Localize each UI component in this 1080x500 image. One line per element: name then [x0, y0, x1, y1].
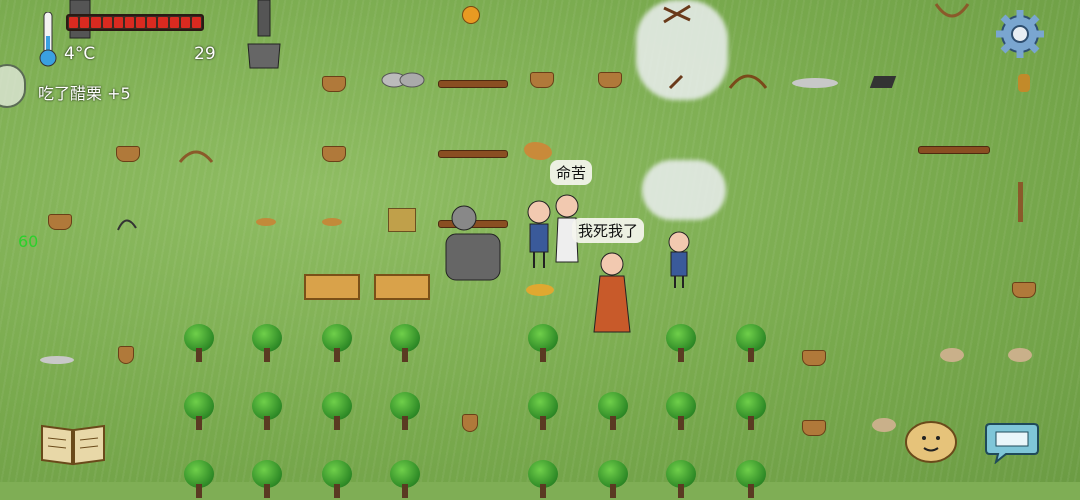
keyboard-icon[interactable]: [984, 420, 1040, 465]
berry-bush[interactable]: [252, 392, 282, 432]
log[interactable]: [918, 146, 990, 154]
speech-bubble: 我死我了: [572, 218, 645, 243]
berry-bush[interactable]: [666, 324, 696, 364]
speech-bubble: 命苦: [550, 160, 593, 185]
flint[interactable]: [40, 356, 74, 364]
thatch-bundle[interactable]: [388, 208, 416, 232]
clay-pot[interactable]: [462, 414, 478, 432]
bowl[interactable]: [322, 146, 346, 162]
charcoal[interactable]: [869, 76, 897, 88]
water-pump[interactable]: [244, 0, 284, 72]
flat-bread[interactable]: [322, 218, 342, 226]
gear-icon[interactable]: [994, 8, 1046, 60]
food-pip: [69, 17, 79, 28]
berry-bush[interactable]: [598, 460, 628, 500]
food-pip: [124, 17, 135, 28]
crate-with-bottles[interactable]: [304, 274, 360, 300]
berry-bush[interactable]: [322, 324, 352, 364]
berry-bush[interactable]: [736, 460, 766, 500]
stone-well[interactable]: [442, 204, 504, 282]
food-pip: [91, 17, 101, 28]
berry-bush[interactable]: [322, 460, 352, 500]
food-bar: [66, 14, 204, 31]
crossbow-frame[interactable]: [728, 68, 768, 90]
food-pip: [169, 17, 179, 28]
bow[interactable]: [934, 0, 970, 30]
hatchet[interactable]: [668, 74, 686, 90]
log[interactable]: [438, 80, 508, 88]
flat-bread[interactable]: [256, 218, 276, 226]
berry-bush[interactable]: [666, 392, 696, 432]
berry-bush[interactable]: [252, 460, 282, 500]
berry-bush[interactable]: [322, 392, 352, 432]
status-message: 吃了醋栗 +5: [38, 84, 131, 103]
basket[interactable]: [1012, 282, 1036, 298]
grain-pile[interactable]: [526, 284, 554, 296]
age-readout: 29: [194, 44, 216, 64]
villager-red-robe[interactable]: [590, 250, 634, 334]
berry-bush[interactable]: [528, 460, 558, 500]
basket[interactable]: [530, 72, 554, 88]
berry-bush[interactable]: [390, 460, 420, 500]
potato-face-icon[interactable]: [904, 420, 958, 464]
thermometer-icon: [38, 11, 58, 68]
food-pip: [180, 17, 190, 28]
berry-bush[interactable]: [184, 392, 214, 432]
stone-pile[interactable]: [380, 68, 426, 88]
basket[interactable]: [116, 146, 140, 162]
rope[interactable]: [116, 210, 138, 232]
fps-counter: 60: [18, 232, 39, 251]
berry-bush[interactable]: [736, 392, 766, 432]
sapling[interactable]: [1018, 74, 1030, 92]
clay-pot[interactable]: [118, 346, 134, 364]
basket[interactable]: [802, 420, 826, 436]
crate-with-bottles[interactable]: [374, 274, 430, 300]
stake[interactable]: [1018, 182, 1023, 222]
food-pip: [191, 17, 202, 28]
rabbit-hole[interactable]: [940, 348, 964, 362]
berry-bush[interactable]: [666, 460, 696, 500]
food-pip: [80, 17, 90, 28]
food-pip: [147, 17, 157, 28]
basket[interactable]: [802, 350, 826, 366]
orange-fruit[interactable]: [462, 6, 480, 24]
berry-bush[interactable]: [390, 392, 420, 432]
food-pip: [158, 17, 168, 28]
game-world[interactable]: 命苦 我死我了: [0, 0, 1080, 498]
book-icon[interactable]: [40, 420, 106, 466]
villager-child[interactable]: [664, 230, 694, 290]
berry-bush[interactable]: [736, 324, 766, 364]
food-pip: [136, 17, 146, 28]
berry-bush[interactable]: [184, 460, 214, 500]
temperature-readout: 4°C: [64, 44, 96, 64]
food-pip: [102, 17, 112, 28]
snow-patch: [642, 160, 726, 220]
berry-bush[interactable]: [528, 324, 558, 364]
basket[interactable]: [322, 76, 346, 92]
berry-bush[interactable]: [598, 392, 628, 432]
basket[interactable]: [598, 72, 622, 88]
bowl[interactable]: [48, 214, 72, 230]
food-pip: [113, 17, 123, 28]
berry-bush[interactable]: [252, 324, 282, 364]
bread[interactable]: [524, 142, 552, 160]
rabbit-hole[interactable]: [1008, 348, 1032, 362]
log[interactable]: [438, 150, 508, 158]
rabbit-hole[interactable]: [872, 418, 896, 432]
snare[interactable]: [178, 144, 214, 164]
berry-bush[interactable]: [184, 324, 214, 364]
berry-bush[interactable]: [390, 324, 420, 364]
flint[interactable]: [792, 78, 838, 88]
berry-bush[interactable]: [528, 392, 558, 432]
sticks[interactable]: [662, 4, 692, 24]
